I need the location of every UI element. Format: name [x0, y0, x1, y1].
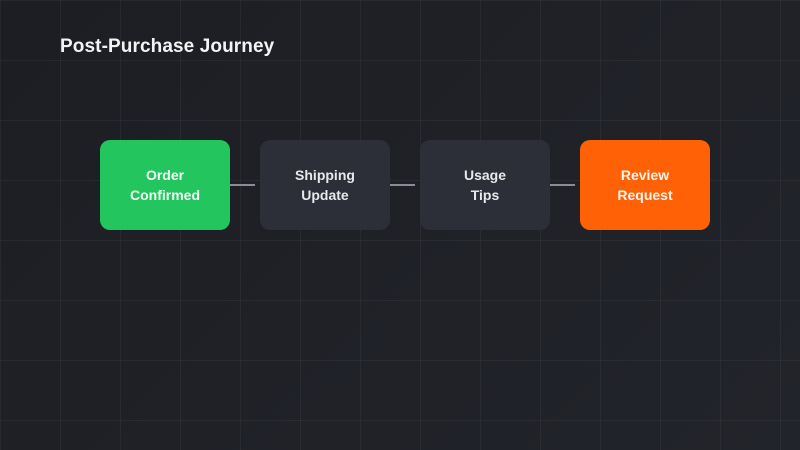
flow-connector [230, 140, 260, 230]
flow-node-review-request[interactable]: Review Request [580, 140, 710, 230]
journey-flow: Order Confirmed Shipping Update Usage Ti… [100, 140, 710, 230]
page-title: Post-Purchase Journey [60, 36, 275, 57]
flow-node-label: Usage Tips [463, 167, 507, 203]
flow-node-usage-tips[interactable]: Usage Tips [420, 140, 550, 230]
connector-line [390, 184, 415, 186]
flow-connector [390, 140, 420, 230]
flow-node-label: Shipping Update [295, 167, 355, 203]
flow-node-order-confirmed[interactable]: Order Confirmed [100, 140, 230, 230]
flow-connector [550, 140, 580, 230]
flow-node-label: Order Confirmed [130, 167, 200, 203]
connector-line [230, 184, 255, 186]
connector-line [550, 184, 575, 186]
flow-node-shipping-update[interactable]: Shipping Update [260, 140, 390, 230]
flow-node-label: Review Request [617, 167, 673, 203]
